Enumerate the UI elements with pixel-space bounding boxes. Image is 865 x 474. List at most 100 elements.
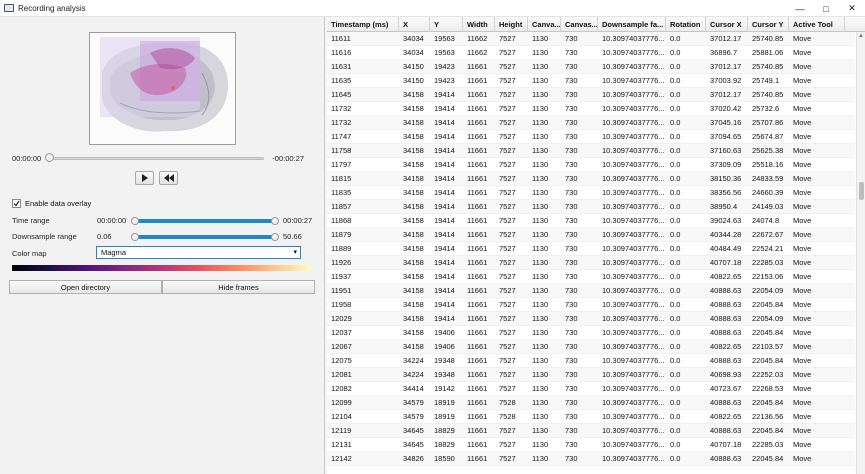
table-cell-rotation: 0.0 — [670, 286, 681, 295]
close-icon[interactable]: ✕ — [839, 0, 865, 17]
table-row[interactable]: 12131 34645 18829 11661 7527 1130 730 10.309740… — [327, 438, 855, 452]
table-row[interactable]: 12104 34579 18919 11661 7528 1130 730 10.309740… — [327, 410, 855, 424]
table-cell-timestamp: 12037 — [331, 328, 352, 337]
table-cell-downsample: 10.30974037776... — [602, 328, 665, 337]
table-row[interactable]: 11611 34034 19563 11662 7527 1130 730 10.309740… — [327, 32, 855, 46]
table-row[interactable]: 12029 34158 19414 11661 7527 1130 730 10.309740… — [327, 312, 855, 326]
column-header-width[interactable]: Width — [463, 17, 495, 32]
table-row[interactable]: 12142 34826 18590 11661 7527 1130 730 10.309740… — [327, 452, 855, 466]
column-header-y[interactable]: Y — [430, 17, 463, 32]
table-cell-cursor-x: 40888.63 — [710, 426, 742, 435]
downsample-range-high-handle[interactable] — [271, 233, 279, 241]
minimize-icon[interactable]: — — [787, 0, 813, 17]
table-row[interactable]: 11937 34158 19414 11661 7527 1130 730 10.309740… — [327, 270, 855, 284]
table-cell-x: 34158 — [403, 258, 424, 267]
column-header-height[interactable]: Height — [495, 17, 528, 32]
table-cell-active-tool: Move — [793, 188, 812, 197]
table-cell-cursor-y: 22672.67 — [752, 230, 784, 239]
table-cell-x: 34158 — [403, 174, 424, 183]
table-row[interactable]: 11926 34158 19414 11661 7527 1130 730 10.309740… — [327, 256, 855, 270]
column-header-x[interactable]: X — [399, 17, 430, 32]
table-row[interactable]: 11857 34158 19414 11661 7527 1130 730 10.309740… — [327, 200, 855, 214]
table-cell-cursor-x: 40822.65 — [710, 342, 742, 351]
table-cell-height: 7527 — [499, 370, 516, 379]
table-cell-timestamp: 11797 — [331, 160, 352, 169]
table-row[interactable]: 11635 34150 19423 11661 7527 1130 730 10.309740… — [327, 74, 855, 88]
table-cell-canvas-h: 730 — [565, 188, 578, 197]
table-cell-y: 19414 — [434, 216, 455, 225]
table-cell-canvas-w: 1130 — [532, 398, 549, 407]
table-row[interactable]: 12037 34158 19406 11661 7527 1130 730 10.309740… — [327, 326, 855, 340]
column-header-rotation[interactable]: Rotation — [666, 17, 706, 32]
time-range-track[interactable] — [135, 219, 275, 223]
table-row[interactable]: 11797 34158 19414 11661 7527 1130 730 10.309740… — [327, 158, 855, 172]
table-cell-y: 19414 — [434, 314, 455, 323]
table-row[interactable]: 12075 34224 19348 11661 7527 1130 730 10.309740… — [327, 354, 855, 368]
table-row[interactable]: 12082 34414 19142 11661 7527 1130 730 10.309740… — [327, 382, 855, 396]
time-range-low-handle[interactable] — [131, 217, 139, 225]
play-button[interactable] — [135, 171, 154, 185]
downsample-range-track[interactable] — [135, 235, 275, 239]
table-cell-active-tool: Move — [793, 62, 812, 71]
enable-overlay-row[interactable]: Enable data overlay — [12, 199, 91, 208]
column-header-cursor-y[interactable]: Cursor Y — [748, 17, 789, 32]
table-row[interactable]: 11889 34158 19414 11661 7527 1130 730 10.309740… — [327, 242, 855, 256]
rewind-button[interactable] — [159, 171, 178, 185]
table-cell-timestamp: 12119 — [331, 426, 352, 435]
table-row[interactable]: 11951 34158 19414 11661 7527 1130 730 10.309740… — [327, 284, 855, 298]
table-row[interactable]: 11815 34158 19414 11661 7527 1130 730 10.309740… — [327, 172, 855, 186]
table-cell-canvas-w: 1130 — [532, 118, 549, 127]
table-row[interactable]: 11645 34158 19414 11661 7527 1130 730 10.309740… — [327, 88, 855, 102]
table-row[interactable]: 11879 34158 19414 11661 7527 1130 730 10.309740… — [327, 228, 855, 242]
table-row[interactable]: 11631 34150 19423 11661 7527 1130 730 10.309740… — [327, 60, 855, 74]
table-cell-cursor-x: 40707.18 — [710, 258, 742, 267]
table-cell-width: 11661 — [467, 202, 488, 211]
table-cell-x: 34158 — [403, 118, 424, 127]
table-cell-width: 11661 — [467, 342, 488, 351]
time-range-high-handle[interactable] — [271, 217, 279, 225]
scroll-up-icon[interactable]: ▲ — [858, 33, 864, 39]
table-row[interactable]: 11732 34158 19414 11661 7527 1130 730 10.309740… — [327, 102, 855, 116]
table-row[interactable]: 11758 34158 19414 11661 7527 1130 730 10.309740… — [327, 144, 855, 158]
table-row[interactable]: 12081 34224 19348 11661 7527 1130 730 10.309740… — [327, 368, 855, 382]
table-row[interactable]: 11747 34158 19414 11661 7527 1130 730 10.309740… — [327, 130, 855, 144]
table-row[interactable]: 11835 34158 19414 11661 7527 1130 730 10.309740… — [327, 186, 855, 200]
hide-frames-button[interactable]: Hide frames — [162, 280, 315, 294]
column-header-canvas-w[interactable]: Canva... — [528, 17, 561, 32]
table-row[interactable]: 11868 34158 19414 11661 7527 1130 730 10.309740… — [327, 214, 855, 228]
scrollbar-thumb[interactable] — [859, 182, 864, 200]
column-header-timestamp[interactable]: Timestamp (ms) — [327, 17, 399, 32]
table-cell-width: 11661 — [467, 398, 488, 407]
table-cell-height: 7527 — [499, 356, 516, 365]
table-cell-canvas-h: 730 — [565, 286, 578, 295]
table-row[interactable]: 11958 34158 19414 11661 7527 1130 730 10.309740… — [327, 298, 855, 312]
column-header-cursor-x[interactable]: Cursor X — [706, 17, 748, 32]
table-cell-rotation: 0.0 — [670, 272, 681, 281]
playback-scrubber-handle[interactable] — [45, 153, 54, 162]
table-row[interactable]: 12099 34579 18919 11661 7528 1130 730 10.309740… — [327, 396, 855, 410]
table-row[interactable]: 11732 34158 19414 11661 7527 1130 730 10.309740… — [327, 116, 855, 130]
table-cell-cursor-x: 37012.17 — [710, 62, 742, 71]
playback-scrubber-track[interactable] — [49, 157, 264, 160]
downsample-range-low-handle[interactable] — [131, 233, 139, 241]
table-cell-active-tool: Move — [793, 328, 812, 337]
table-cell-cursor-y: 22054.09 — [752, 314, 784, 323]
column-header-active-tool[interactable]: Active Tool — [789, 17, 845, 32]
table-cell-x: 34158 — [403, 104, 424, 113]
table-row[interactable]: 12119 34645 18829 11661 7527 1130 730 10.309740… — [327, 424, 855, 438]
table-cell-cursor-x: 40707.18 — [710, 440, 742, 449]
open-directory-button[interactable]: Open directory — [9, 280, 162, 294]
column-header-canvas-h[interactable]: Canvas... — [561, 17, 598, 32]
table-row[interactable]: 11616 34034 19563 11662 7527 1130 730 10.309740… — [327, 46, 855, 60]
table-cell-cursor-y: 25625.38 — [752, 146, 784, 155]
table-cell-downsample: 10.30974037776... — [602, 356, 665, 365]
table-cell-canvas-h: 730 — [565, 132, 578, 141]
table-row[interactable]: 12067 34158 19406 11661 7527 1130 730 10.309740… — [327, 340, 855, 354]
column-header-downsample[interactable]: Downsample fa... — [598, 17, 666, 32]
maximize-icon[interactable]: □ — [813, 0, 839, 17]
color-map-select[interactable]: Magma ▾ — [96, 246, 301, 259]
table-vertical-scrollbar[interactable]: ▲ — [856, 32, 865, 474]
table-cell-x: 34579 — [403, 412, 424, 421]
enable-overlay-checkbox[interactable] — [12, 199, 21, 208]
table-cell-canvas-h: 730 — [565, 146, 578, 155]
